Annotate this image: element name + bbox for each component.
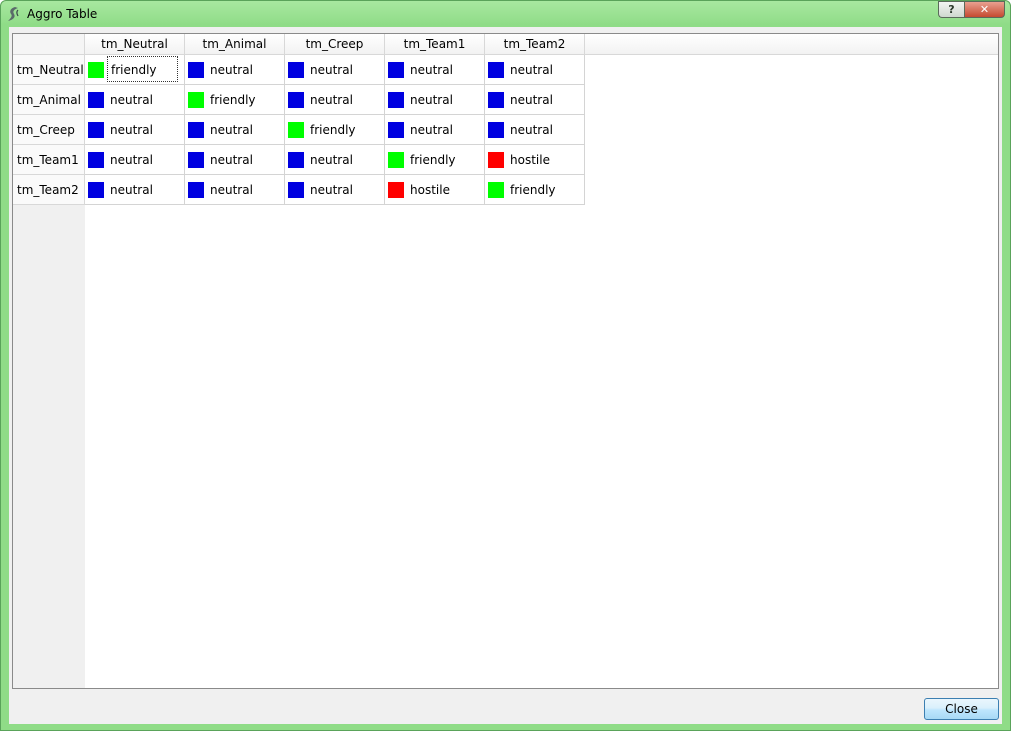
cell-status-text: neutral — [110, 93, 153, 107]
cell-status-text: neutral — [310, 183, 353, 197]
cell-status-text: neutral — [510, 93, 553, 107]
row-header-tm-animal[interactable]: tm_Animal — [13, 85, 85, 115]
title-buttons: ? ✕ — [938, 1, 1005, 19]
status-color-swatch — [388, 122, 404, 138]
table-cell[interactable]: neutral — [185, 55, 285, 85]
status-color-swatch — [288, 62, 304, 78]
title-bar[interactable]: Aggro Table ? ✕ — [1, 1, 1010, 27]
table-cell[interactable]: neutral — [185, 145, 285, 175]
row-header-strip: tm_Neutral tm_Animal tm_Creep tm_Team1 tm_Te… — [13, 55, 85, 688]
table-cell[interactable]: friendly — [385, 145, 485, 175]
table-cell[interactable]: neutral — [85, 175, 185, 205]
status-color-swatch — [388, 182, 404, 198]
status-color-swatch — [88, 92, 104, 108]
table-cell[interactable]: hostile — [385, 175, 485, 205]
cell-status-text: neutral — [210, 123, 253, 137]
table-cell[interactable]: neutral — [385, 85, 485, 115]
table-cell[interactable]: neutral — [185, 115, 285, 145]
cell-status-text: neutral — [310, 153, 353, 167]
status-color-swatch — [488, 122, 504, 138]
status-color-swatch — [188, 62, 204, 78]
cell-status-text: friendly — [510, 183, 556, 197]
cell-status-text: neutral — [410, 93, 453, 107]
status-color-swatch — [488, 182, 504, 198]
cell-status-text: hostile — [410, 183, 450, 197]
status-color-swatch — [288, 152, 304, 168]
cell-status-text: neutral — [210, 153, 253, 167]
status-color-swatch — [188, 182, 204, 198]
table-cell[interactable]: neutral — [85, 115, 185, 145]
table-cell[interactable]: neutral — [85, 145, 185, 175]
table-cell[interactable]: neutral — [385, 55, 485, 85]
column-header-tm-creep[interactable]: tm_Creep — [285, 34, 385, 55]
column-header-tm-neutral[interactable]: tm_Neutral — [85, 34, 185, 55]
cell-status-text: hostile — [510, 153, 550, 167]
cell-status-text: neutral — [110, 183, 153, 197]
cell-status-text: neutral — [410, 63, 453, 77]
cell-status-text: neutral — [210, 63, 253, 77]
status-color-swatch — [288, 122, 304, 138]
app-logo-icon — [6, 6, 22, 22]
table-cell[interactable]: hostile — [485, 145, 585, 175]
table-cell[interactable]: neutral — [285, 55, 385, 85]
table-cell[interactable]: friendly — [485, 175, 585, 205]
status-color-swatch — [88, 182, 104, 198]
status-color-swatch — [88, 62, 104, 78]
cell-status-text: neutral — [310, 63, 353, 77]
row-header-tm-creep[interactable]: tm_Creep — [13, 115, 85, 145]
status-color-swatch — [188, 152, 204, 168]
status-color-swatch — [88, 152, 104, 168]
row-header-tm-team1[interactable]: tm_Team1 — [13, 145, 85, 175]
window-close-button[interactable]: ✕ — [964, 1, 1005, 18]
cell-status-text: friendly — [310, 123, 356, 137]
cell-status-text: neutral — [110, 123, 153, 137]
aggro-table[interactable]: tm_Neutral tm_Animal tm_Creep tm_Team1 tm_Te… — [12, 33, 999, 689]
status-color-swatch — [188, 122, 204, 138]
table-cell[interactable]: neutral — [385, 115, 485, 145]
cell-status-text: neutral — [210, 183, 253, 197]
row-header-tm-team2[interactable]: tm_Team2 — [13, 175, 85, 205]
close-icon: ✕ — [979, 3, 990, 16]
table-cell[interactable]: friendly — [285, 115, 385, 145]
status-color-swatch — [488, 92, 504, 108]
help-button[interactable]: ? — [938, 1, 964, 18]
table-cell[interactable]: neutral — [285, 145, 385, 175]
status-color-swatch — [388, 62, 404, 78]
aggro-table-window: Aggro Table ? ✕ tm_Neutral tm_Animal tm_Cr… — [0, 0, 1011, 731]
row-header-tm-neutral[interactable]: tm_Neutral — [13, 55, 85, 85]
table-cell[interactable]: neutral — [485, 115, 585, 145]
cell-status-text: neutral — [410, 123, 453, 137]
close-button[interactable]: Close — [924, 698, 999, 720]
cell-status-text: friendly — [107, 56, 178, 82]
column-header-tm-team2[interactable]: tm_Team2 — [485, 34, 585, 55]
table-cell[interactable]: friendly — [185, 85, 285, 115]
status-color-swatch — [288, 92, 304, 108]
table-cell[interactable]: friendly — [85, 55, 185, 85]
table-cell[interactable]: neutral — [185, 175, 285, 205]
status-color-swatch — [388, 152, 404, 168]
status-color-swatch — [488, 62, 504, 78]
table-cell[interactable]: neutral — [485, 85, 585, 115]
column-header-tm-animal[interactable]: tm_Animal — [185, 34, 285, 55]
table-corner[interactable] — [13, 34, 85, 55]
cell-status-text: neutral — [310, 93, 353, 107]
table-cell[interactable]: neutral — [85, 85, 185, 115]
table-cell[interactable]: neutral — [485, 55, 585, 85]
cell-status-text: friendly — [210, 93, 256, 107]
cell-status-text: neutral — [510, 123, 553, 137]
dialog-client-area: tm_Neutral tm_Animal tm_Creep tm_Team1 tm_Te… — [9, 27, 1002, 724]
table-cell[interactable]: neutral — [285, 85, 385, 115]
column-header-strip: tm_Neutral tm_Animal tm_Creep tm_Team1 tm_Te… — [85, 34, 998, 55]
cell-status-text: neutral — [110, 153, 153, 167]
status-color-swatch — [88, 122, 104, 138]
cell-status-text: friendly — [410, 153, 456, 167]
status-color-swatch — [288, 182, 304, 198]
cell-status-text: neutral — [510, 63, 553, 77]
status-color-swatch — [488, 152, 504, 168]
window-title: Aggro Table — [27, 7, 98, 21]
table-cell[interactable]: neutral — [285, 175, 385, 205]
status-color-swatch — [388, 92, 404, 108]
status-color-swatch — [188, 92, 204, 108]
column-header-tm-team1[interactable]: tm_Team1 — [385, 34, 485, 55]
